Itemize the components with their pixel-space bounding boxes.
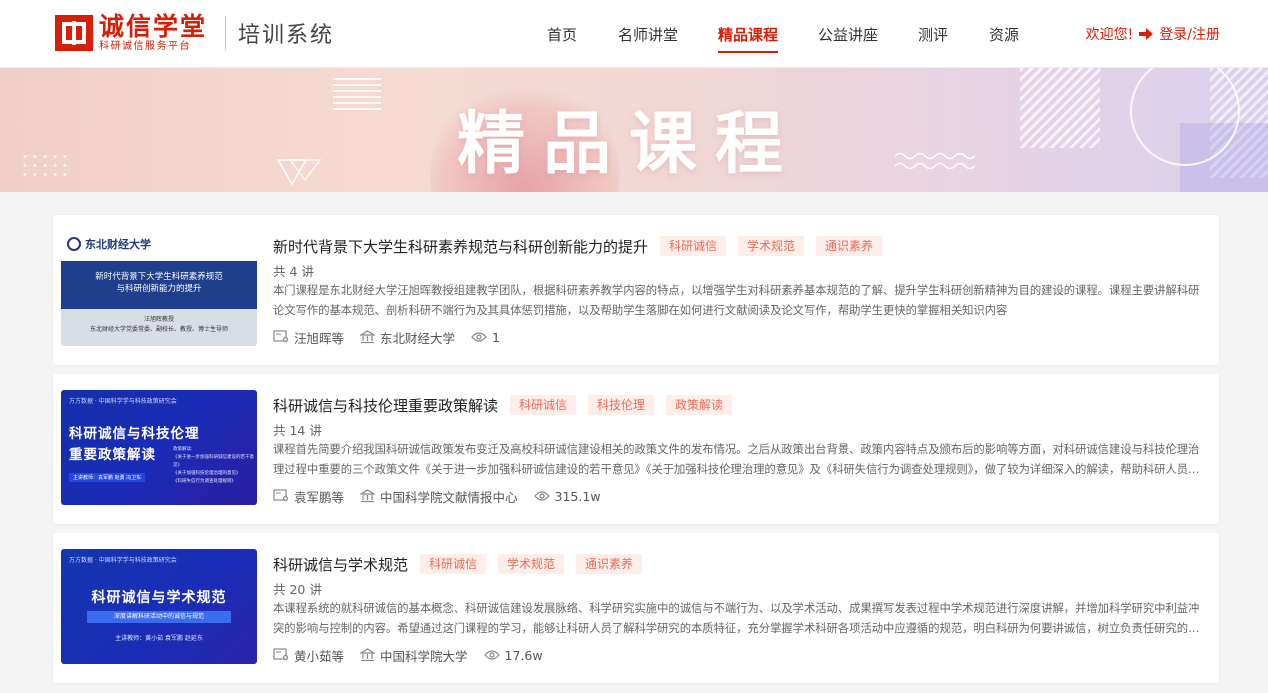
cover-logos: 万方数据 · 中国科学学与科技政策研究会 — [69, 557, 177, 564]
teacher-board-icon — [273, 648, 289, 661]
course-info: 科研诚信与科技伦理重要政策解读 科研诚信 科技伦理 政策解读 共 14 讲 课程… — [273, 394, 1208, 506]
course-cover-image[interactable]: 东北财经大学 新时代背景下大学生科研素养规范 与科研创新能力的提升 汪旭晖教授 … — [61, 231, 257, 346]
banner-title: 精品课程 — [456, 105, 801, 184]
course-cover-image[interactable]: 万方数据 · 中国科学学与科技政策研究会 科研诚信与学术规范 深度讲解科研活动中… — [61, 549, 257, 664]
university-seal-icon — [67, 237, 81, 251]
logo-title: 诚信学堂 — [99, 12, 208, 41]
eye-icon — [471, 332, 487, 342]
cover-university: 东北财经大学 — [67, 236, 151, 252]
login-arrow-icon[interactable] — [1139, 27, 1155, 41]
logo-subtitle: 科研诚信服务平台 — [99, 41, 191, 52]
lesson-count: 共 20 讲 — [273, 582, 322, 597]
course-title[interactable]: 新时代背景下大学生科研素养规范与科研创新能力的提升 — [273, 236, 648, 257]
lesson-count: 共 4 讲 — [273, 264, 314, 279]
nav-famous-teachers[interactable]: 名师讲堂 — [618, 24, 678, 45]
course-title[interactable]: 科研诚信与学术规范 — [273, 554, 408, 575]
nav-featured-courses[interactable]: 精品课程 — [718, 24, 779, 53]
course-views: 1 — [492, 329, 500, 345]
cover-teachers: 主讲教师：黄小茹 袁军鹏 赵延东 — [115, 635, 203, 642]
cover-headline: 新时代背景下大学生科研素养规范 与科研创新能力的提升 — [61, 261, 257, 309]
course-institution[interactable]: 中国科学院大学 — [380, 646, 468, 665]
course-meta: 黄小茹等 中国科学院大学 17.6w — [273, 645, 1208, 665]
institution-building-icon — [360, 489, 376, 503]
course-description: 本门课程是东北财经大学汪旭晖教授组建教学团队，根据科研素养教学内容的特点，以增强… — [273, 284, 1200, 317]
course-institution[interactable]: 东北财经大学 — [380, 328, 455, 347]
course-title[interactable]: 科研诚信与科技伦理重要政策解读 — [273, 395, 498, 416]
cover-strip: 深度讲解科研活动中的诚信与规范 — [87, 611, 231, 623]
course-card[interactable]: 万方数据 · 中国科学学与科技政策研究会 科研诚信与科技伦理 重要政策解读 政策… — [53, 374, 1219, 524]
top-header: 诚信学堂 科研诚信服务平台 培训系统 首页 名师讲堂 精品课程 公益讲座 测评 … — [0, 0, 1268, 68]
site-logo[interactable]: 诚信学堂 科研诚信服务平台 培训系统 — [55, 14, 334, 52]
nav-home[interactable]: 首页 — [547, 24, 577, 45]
course-tag[interactable]: 通识素养 — [816, 236, 883, 256]
course-card[interactable]: 东北财经大学 新时代背景下大学生科研素养规范 与科研创新能力的提升 汪旭晖教授 … — [53, 215, 1219, 365]
teacher-board-icon — [273, 489, 289, 502]
course-description: 课程首先简要介绍我国科研诚信政策发布变迁及高校科研诚信建设相关的政策文件的发布情… — [273, 443, 1200, 476]
nav-public-lectures[interactable]: 公益讲座 — [818, 24, 878, 45]
nav-resources[interactable]: 资源 — [989, 24, 1019, 45]
course-tag[interactable]: 科研诚信 — [420, 554, 487, 574]
course-tag[interactable]: 政策解读 — [666, 395, 733, 415]
course-teacher[interactable]: 黄小茹等 — [294, 646, 344, 665]
cover-teachers: 主讲教师：袁军鹏 赵勇 冯卫东 — [69, 473, 146, 482]
course-tag[interactable]: 科研诚信 — [510, 395, 577, 415]
course-card[interactable]: 万方数据 · 中国科学学与科技政策研究会 科研诚信与学术规范 深度讲解科研活动中… — [53, 533, 1219, 683]
course-tag[interactable]: 科技伦理 — [588, 395, 655, 415]
logo-divider — [225, 16, 227, 50]
course-info: 新时代背景下大学生科研素养规范与科研创新能力的提升 科研诚信 学术规范 通识素养… — [273, 235, 1208, 347]
nav-assessment[interactable]: 测评 — [918, 24, 948, 45]
hero-banner: 精品课程 — [0, 68, 1268, 192]
course-views: 17.6w — [504, 647, 543, 663]
cover-headline-2: 重要政策解读 — [69, 447, 156, 463]
lesson-count: 共 14 讲 — [273, 423, 322, 438]
course-tag[interactable]: 通识素养 — [576, 554, 643, 574]
system-name: 培训系统 — [238, 23, 335, 48]
course-teacher[interactable]: 袁军鹏等 — [294, 487, 344, 506]
course-tag[interactable]: 学术规范 — [738, 236, 805, 256]
institution-building-icon — [360, 648, 376, 662]
teacher-board-icon — [273, 330, 289, 343]
cover-headline: 科研诚信与科技伦理 — [69, 426, 200, 442]
cover-headline: 科研诚信与学术规范 — [91, 590, 227, 606]
course-description: 本课程系统的就科研诚信的基本概念、科研诚信建设发展脉络、科学研究实施中的诚信与不… — [273, 602, 1200, 635]
course-institution[interactable]: 中国科学院文献情报中心 — [380, 487, 518, 506]
course-views: 315.1w — [554, 488, 601, 504]
cover-policy-list: 政策解读: 《关于进一步加强科研诚信建设的若干意见》 《关于加强科技伦理治理的意… — [173, 447, 254, 484]
cover-logos: 万方数据 · 中国科学学与科技政策研究会 — [69, 398, 177, 405]
user-area: 欢迎您! 登录/注册 — [1086, 24, 1220, 44]
course-teacher[interactable]: 汪旭晖等 — [294, 328, 344, 347]
login-register-link[interactable]: 登录/注册 — [1159, 24, 1220, 44]
welcome-text: 欢迎您! — [1085, 27, 1134, 43]
course-meta: 袁军鹏等 中国科学院文献情报中心 315.1w — [273, 486, 1208, 506]
course-info: 科研诚信与学术规范 科研诚信 学术规范 通识素养 共 20 讲 本课程系统的就科… — [273, 553, 1208, 665]
eye-icon — [483, 650, 500, 660]
cover-presenter: 汪旭晖教授 东北财经大学党委常委、副校长、教授、博士生导师 — [61, 309, 257, 346]
logo-mark-icon — [55, 15, 93, 51]
eye-icon — [533, 491, 550, 501]
course-meta: 汪旭晖等 东北财经大学 1 — [273, 327, 1208, 347]
course-tag[interactable]: 学术规范 — [498, 554, 565, 574]
institution-building-icon — [360, 330, 376, 344]
course-tag[interactable]: 科研诚信 — [660, 236, 727, 256]
course-cover-image[interactable]: 万方数据 · 中国科学学与科技政策研究会 科研诚信与科技伦理 重要政策解读 政策… — [61, 390, 257, 505]
logo-text: 诚信学堂 科研诚信服务平台 — [99, 14, 207, 52]
